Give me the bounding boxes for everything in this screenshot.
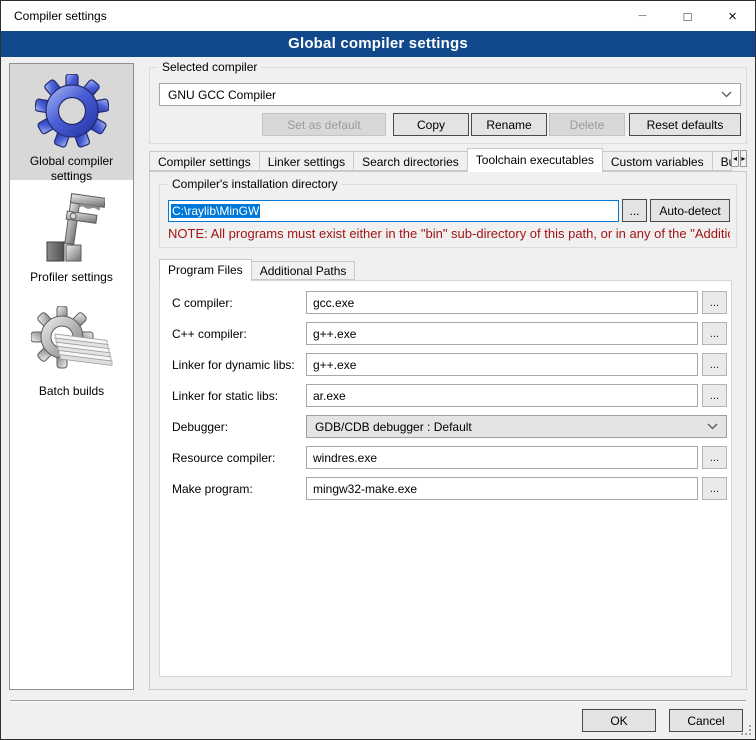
tab-compiler-settings[interactable]: Compiler settings	[149, 151, 260, 171]
tab-toolchain-executables[interactable]: Toolchain executables	[467, 148, 603, 172]
field-label: C++ compiler:	[172, 327, 306, 341]
settings-category-list: Global compiler settings	[9, 63, 134, 690]
browse-button[interactable]: ...	[702, 353, 727, 376]
field-label: C compiler:	[172, 296, 306, 310]
subtab-program-files[interactable]: Program Files	[159, 259, 252, 281]
maximize-button[interactable]: □	[665, 2, 710, 31]
browse-button[interactable]: ...	[702, 322, 727, 345]
tab-scroll-right-button[interactable]: ▸	[740, 150, 747, 167]
footer-divider	[10, 700, 746, 702]
browse-button[interactable]: ...	[702, 477, 727, 500]
left-arrow-icon: ◂	[733, 154, 737, 163]
debugger-value: GDB/CDB debugger : Default	[315, 420, 472, 434]
selected-compiler-group: Selected compiler GNU GCC Compiler Set a…	[149, 67, 747, 144]
form-row: C++ compiler: ...	[172, 322, 727, 345]
group-legend: Selected compiler	[158, 60, 261, 74]
title-bar: Compiler settings ─ □ ×	[1, 1, 755, 31]
browse-button[interactable]: ...	[702, 446, 727, 469]
auto-detect-button[interactable]: Auto-detect	[650, 199, 730, 222]
main-panel: Selected compiler GNU GCC Compiler Set a…	[149, 63, 747, 690]
static-linker-input[interactable]	[306, 384, 698, 407]
settings-tab-bar: Compiler settings Linker settings Search…	[149, 148, 747, 171]
chevron-down-icon	[707, 423, 718, 430]
form-row: Linker for dynamic libs: ...	[172, 353, 727, 376]
field-label: Linker for static libs:	[172, 389, 306, 403]
form-row: C compiler: ...	[172, 291, 727, 314]
form-row: Debugger: GDB/CDB debugger : Default	[172, 415, 727, 438]
rename-button[interactable]: Rename	[471, 113, 547, 136]
chevron-down-icon	[721, 91, 732, 98]
installation-directory-group: Compiler's installation directory C:\ray…	[159, 184, 737, 248]
ok-button[interactable]: OK	[582, 709, 656, 732]
sidebar-item-batch-builds[interactable]: Batch builds	[10, 284, 133, 416]
installation-directory-input[interactable]: C:\raylib\MinGW	[168, 200, 619, 222]
caliper-icon	[39, 192, 105, 264]
tab-linker-settings[interactable]: Linker settings	[259, 151, 354, 171]
blue-gear-icon	[35, 74, 109, 148]
sidebar-item-global-compiler-settings[interactable]: Global compiler settings	[10, 64, 133, 180]
browse-button[interactable]: ...	[702, 384, 727, 407]
form-row: Make program: ...	[172, 477, 727, 500]
close-button[interactable]: ×	[710, 2, 755, 31]
field-label: Resource compiler:	[172, 451, 306, 465]
delete-button[interactable]: Delete	[549, 113, 625, 136]
resize-grip[interactable]	[739, 723, 751, 735]
window-title: Compiler settings	[1, 9, 620, 23]
tab-build-options[interactable]: Build options	[712, 151, 733, 171]
dynamic-linker-input[interactable]	[306, 353, 698, 376]
tab-custom-variables[interactable]: Custom variables	[602, 151, 713, 171]
compiler-settings-dialog: Compiler settings ─ □ × Global compiler …	[0, 0, 756, 740]
set-as-default-button[interactable]: Set as default	[262, 113, 386, 136]
minimize-icon: ─	[639, 10, 647, 22]
field-label: Linker for dynamic libs:	[172, 358, 306, 372]
field-label: Debugger:	[172, 420, 306, 434]
maximize-icon: □	[684, 9, 692, 24]
sidebar-item-label: Batch builds	[39, 384, 104, 398]
copy-button[interactable]: Copy	[393, 113, 469, 136]
gear-stack-icon	[31, 306, 113, 378]
resource-compiler-input[interactable]	[306, 446, 698, 469]
tab-search-directories[interactable]: Search directories	[353, 151, 468, 171]
close-icon: ×	[728, 8, 737, 25]
right-arrow-icon: ▸	[741, 154, 745, 163]
form-row: Resource compiler: ...	[172, 446, 727, 469]
page-title: Global compiler settings	[1, 31, 755, 57]
selected-compiler-select[interactable]: GNU GCC Compiler	[159, 83, 741, 106]
make-program-input[interactable]	[306, 477, 698, 500]
debugger-select[interactable]: GDB/CDB debugger : Default	[306, 415, 727, 438]
cancel-button[interactable]: Cancel	[669, 709, 743, 732]
form-row: Linker for static libs: ...	[172, 384, 727, 407]
note-text: NOTE: All programs must exist either in …	[168, 226, 730, 241]
group-legend: Compiler's installation directory	[168, 177, 342, 191]
sidebar-item-label: Global compiler settings	[30, 154, 113, 183]
cpp-compiler-input[interactable]	[306, 322, 698, 345]
reset-defaults-button[interactable]: Reset defaults	[629, 113, 741, 136]
minimize-button[interactable]: ─	[620, 2, 665, 31]
sidebar-item-label: Profiler settings	[30, 270, 113, 284]
program-files-page: C compiler: ... C++ compiler: ... Linker…	[159, 280, 732, 677]
subtab-additional-paths[interactable]: Additional Paths	[251, 261, 356, 280]
browse-directory-button[interactable]: ...	[622, 199, 647, 222]
field-label: Make program:	[172, 482, 306, 496]
browse-button[interactable]: ...	[702, 291, 727, 314]
c-compiler-input[interactable]	[306, 291, 698, 314]
toolchain-executables-page: Compiler's installation directory C:\ray…	[149, 171, 747, 690]
selected-path-text: C:\raylib\MinGW	[171, 204, 260, 218]
tab-scroll-left-button[interactable]: ◂	[731, 150, 738, 167]
sidebar-item-profiler-settings[interactable]: Profiler settings	[10, 180, 133, 284]
program-files-tab-bar: Program Files Additional Paths	[159, 259, 738, 280]
selected-compiler-value: GNU GCC Compiler	[168, 88, 276, 102]
